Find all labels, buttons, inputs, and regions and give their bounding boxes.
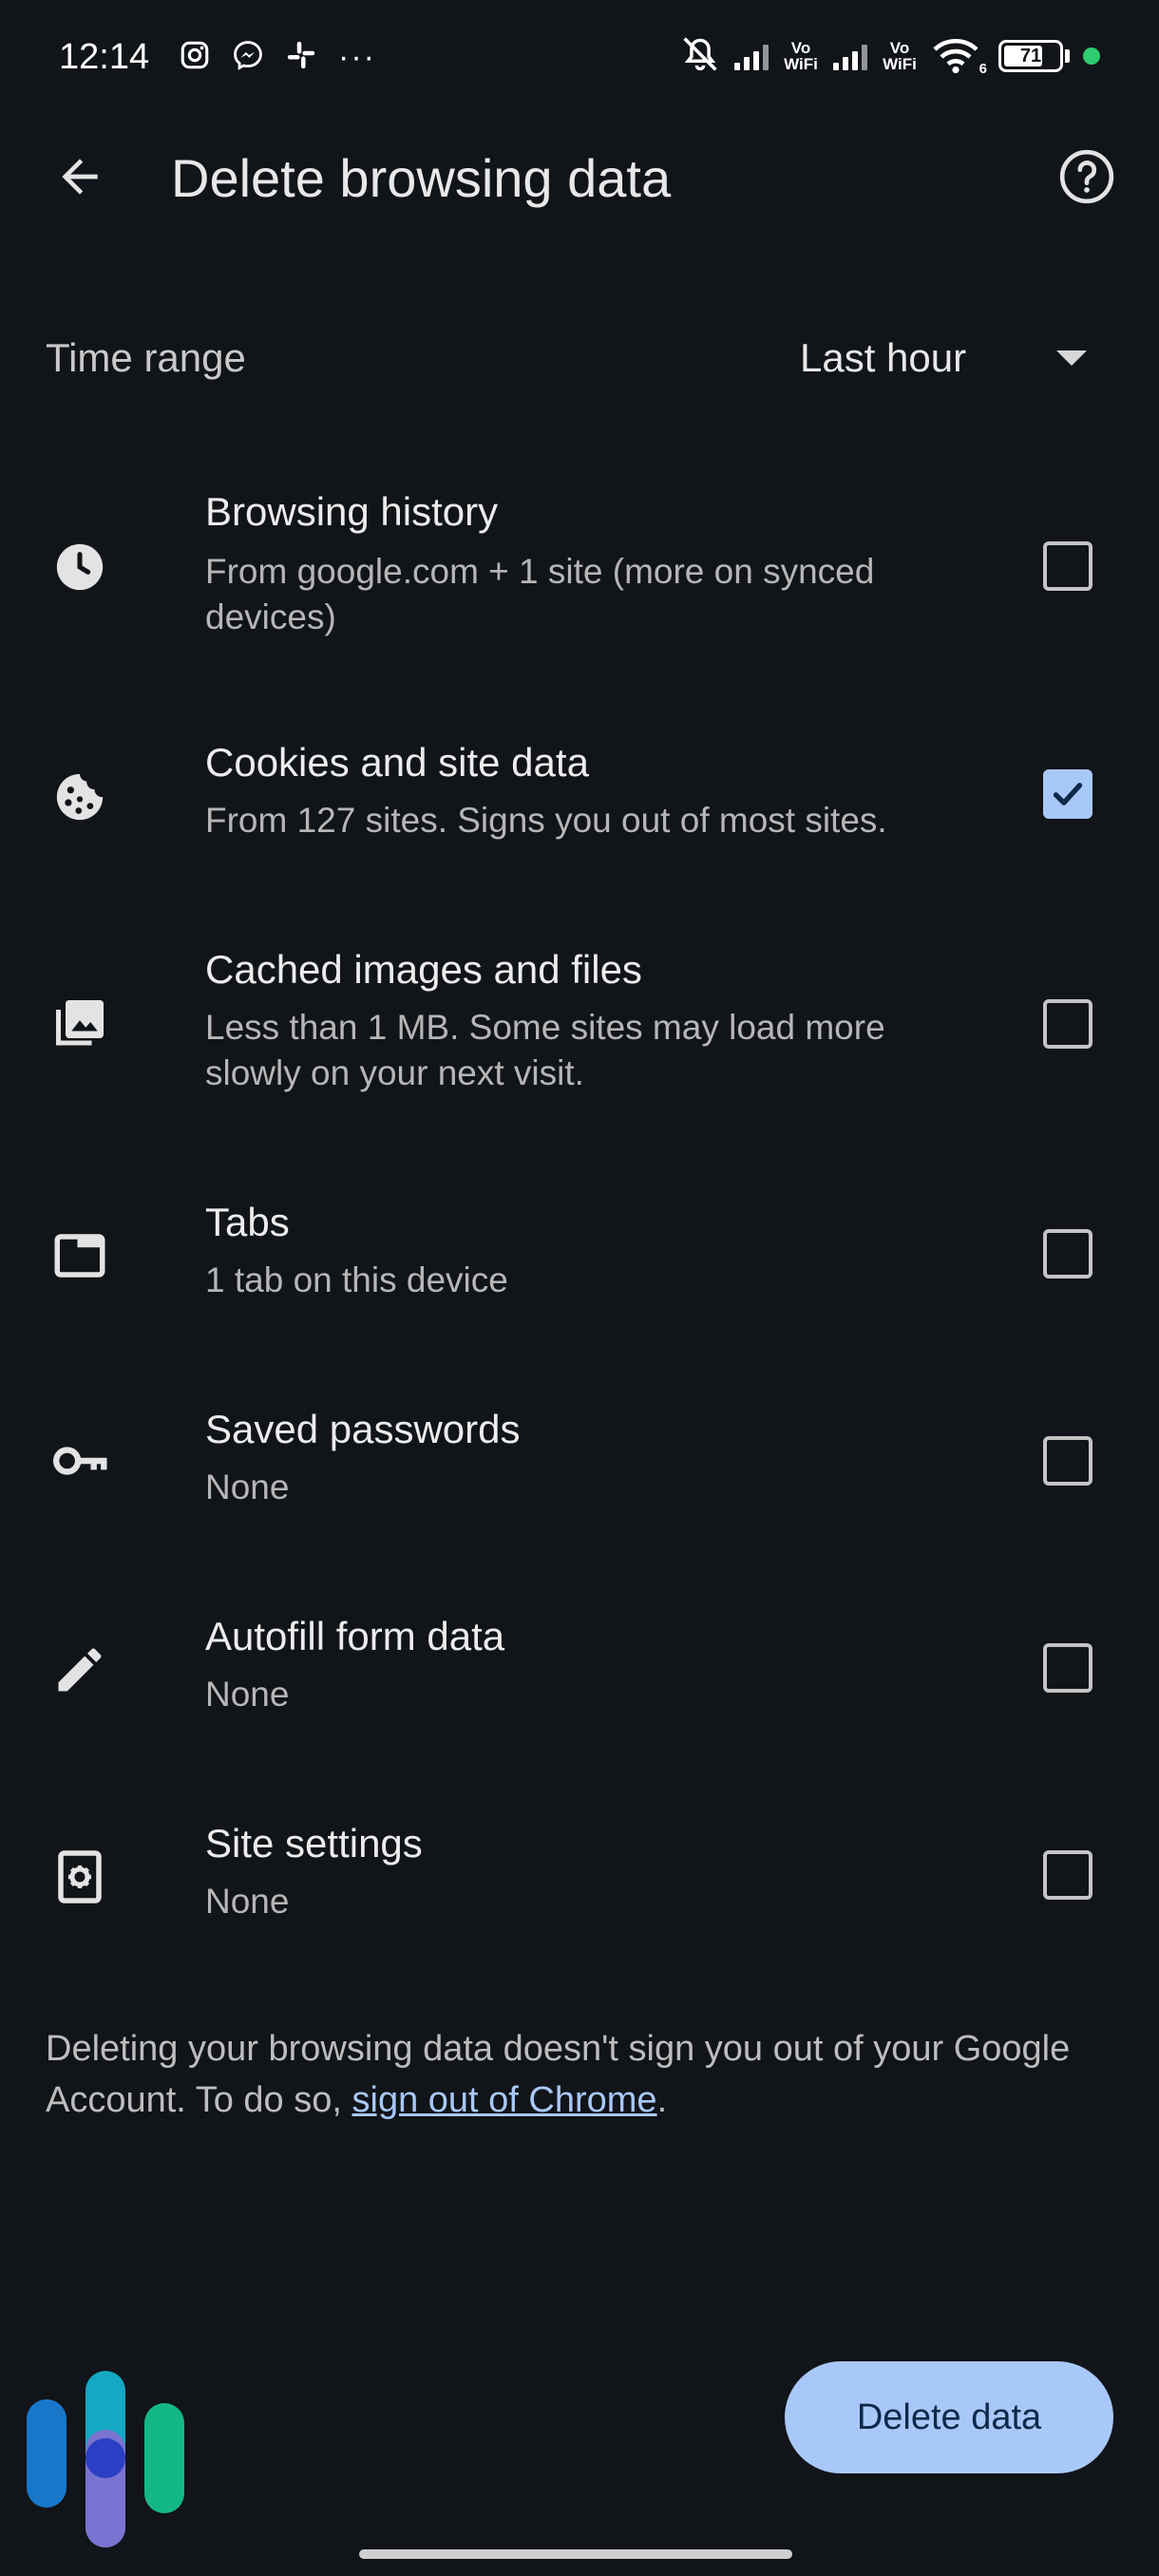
more-notifications-icon: ··· xyxy=(338,38,376,75)
vowifi-label: Vo WiFi xyxy=(784,39,818,73)
option-title: Site settings xyxy=(205,1821,423,1866)
battery-level: 71 xyxy=(1019,45,1042,66)
clock-icon xyxy=(48,535,112,599)
battery-icon: 71 xyxy=(998,40,1070,72)
dropdown-arrow-icon xyxy=(1056,350,1087,366)
notification-icons: ··· xyxy=(179,36,376,78)
status-time: 12:14 xyxy=(59,37,150,77)
option-subtitle: 1 tab on this device xyxy=(205,1260,508,1299)
wifi-icon: 6 xyxy=(932,37,987,77)
option-autofill[interactable]: Autofill form data None xyxy=(0,1613,1159,1727)
logo-icon xyxy=(27,2371,184,2548)
instagram-icon xyxy=(179,39,211,76)
option-subtitle: From google.com + 1 site (more on synced… xyxy=(205,552,875,636)
delete-data-button[interactable]: Delete data xyxy=(785,2361,1113,2473)
option-title: Tabs xyxy=(205,1200,290,1244)
settings-icon xyxy=(48,1845,112,1909)
vowifi-label: Vo WiFi xyxy=(883,39,917,73)
mute-notifications-icon xyxy=(679,35,721,78)
option-cached-images[interactable]: Cached images and files Less than 1 MB. … xyxy=(0,946,1159,1108)
system-status: Vo WiFi Vo WiFi 6 71 xyxy=(679,32,1100,80)
signal-strength-icon xyxy=(833,42,867,70)
cookie-icon xyxy=(48,765,112,829)
key-icon xyxy=(48,1429,112,1493)
checkbox-tabs[interactable] xyxy=(1043,1229,1092,1279)
pencil-icon xyxy=(48,1638,112,1702)
help-icon xyxy=(1059,149,1114,204)
checkbox-cookies[interactable] xyxy=(1043,769,1092,819)
help-button[interactable] xyxy=(1054,144,1119,209)
page-title: Delete browsing data xyxy=(171,148,672,208)
option-cookies[interactable]: Cookies and site data From 127 sites. Si… xyxy=(0,739,1159,853)
option-tabs[interactable]: Tabs 1 tab on this device xyxy=(0,1199,1159,1313)
checkbox-browsing-history[interactable] xyxy=(1043,541,1092,591)
checkbox-autofill[interactable] xyxy=(1043,1643,1092,1693)
time-range-dropdown[interactable]: Last hour xyxy=(788,327,1102,389)
image-icon xyxy=(48,992,112,1056)
option-title: Cached images and files xyxy=(205,947,642,992)
option-browsing-history[interactable]: Browsing history From google.com + 1 sit… xyxy=(0,486,1159,648)
time-range-value: Last hour xyxy=(800,335,967,380)
option-subtitle: None xyxy=(205,1675,290,1714)
signal-strength-icon xyxy=(734,42,769,70)
wifi-standard-label: 6 xyxy=(978,61,987,77)
time-range-label: Time range xyxy=(46,335,246,380)
back-button[interactable] xyxy=(48,144,112,209)
option-subtitle: From 127 sites. Signs you out of most si… xyxy=(205,801,887,840)
sign-out-link[interactable]: sign out of Chrome xyxy=(352,2080,657,2120)
checkmark-icon xyxy=(1053,783,1083,805)
option-subtitle: None xyxy=(205,1468,290,1506)
messenger-icon xyxy=(232,39,264,76)
tab-icon xyxy=(48,1223,112,1288)
checkbox-cached-images[interactable] xyxy=(1043,999,1092,1049)
footer-text-end: . xyxy=(656,2080,668,2120)
option-title: Saved passwords xyxy=(205,1407,521,1451)
privacy-indicator-dot xyxy=(1083,47,1100,65)
checkbox-saved-passwords[interactable] xyxy=(1043,1436,1092,1486)
slack-icon xyxy=(285,39,317,76)
option-title: Autofill form data xyxy=(205,1614,505,1658)
option-title: Cookies and site data xyxy=(205,740,589,785)
gesture-nav-handle[interactable] xyxy=(359,2549,792,2559)
option-subtitle: Less than 1 MB. Some sites may load more… xyxy=(205,1008,885,1092)
option-subtitle: None xyxy=(205,1882,290,1921)
checkbox-site-settings[interactable] xyxy=(1043,1850,1092,1900)
footer-note: Deleting your browsing data doesn't sign… xyxy=(46,2023,1119,2126)
arrow-back-icon xyxy=(62,159,98,195)
option-saved-passwords[interactable]: Saved passwords None xyxy=(0,1406,1159,1520)
option-site-settings[interactable]: Site settings None xyxy=(0,1820,1159,1934)
option-title: Browsing history xyxy=(205,489,499,534)
